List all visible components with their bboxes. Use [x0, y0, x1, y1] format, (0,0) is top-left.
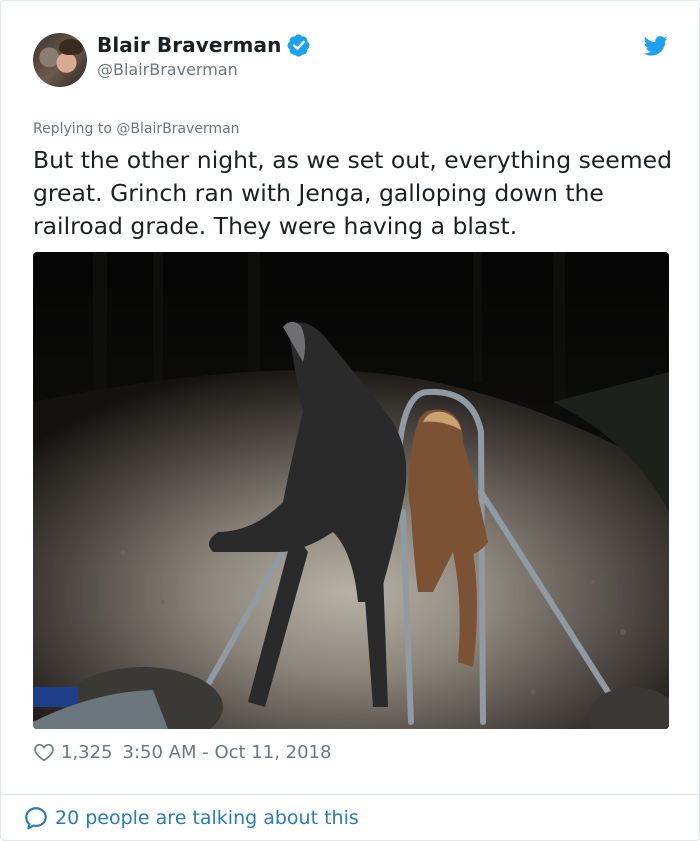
twitter-bird-icon[interactable] [644, 35, 668, 57]
author-name[interactable]: Blair Braverman [97, 33, 281, 57]
avatar-hair [59, 39, 83, 55]
tweet-photo[interactable] [33, 252, 669, 729]
footer-divider [2, 794, 700, 795]
tweet-timestamp[interactable]: 3:50 AM - Oct 11, 2018 [123, 742, 332, 763]
replying-to: Replying to @BlairBraverman [33, 121, 240, 137]
replying-to-link[interactable]: @BlairBraverman [116, 121, 239, 137]
photo-dogs-sled-night [33, 252, 669, 729]
conversation-link[interactable]: 20 people are talking about this [23, 805, 359, 831]
tweet-text: But the other night, as we set out, ever… [33, 146, 673, 240]
speech-bubble-icon [25, 807, 47, 830]
tweet-meta: 1,325 3:50 AM - Oct 11, 2018 [33, 741, 331, 763]
avatar[interactable] [33, 33, 87, 87]
conversation-text[interactable]: 20 people are talking about this [55, 807, 359, 829]
author-handle[interactable]: @BlairBraverman [97, 60, 238, 79]
heart-icon[interactable] [33, 741, 55, 763]
verified-badge-icon [287, 34, 310, 57]
author-name-row[interactable]: Blair Braverman [97, 33, 311, 57]
replying-prefix: Replying to [33, 121, 117, 137]
tweet-card: Blair Braverman @BlairBraverman Replying… [0, 0, 700, 841]
like-count[interactable]: 1,325 [61, 742, 113, 763]
